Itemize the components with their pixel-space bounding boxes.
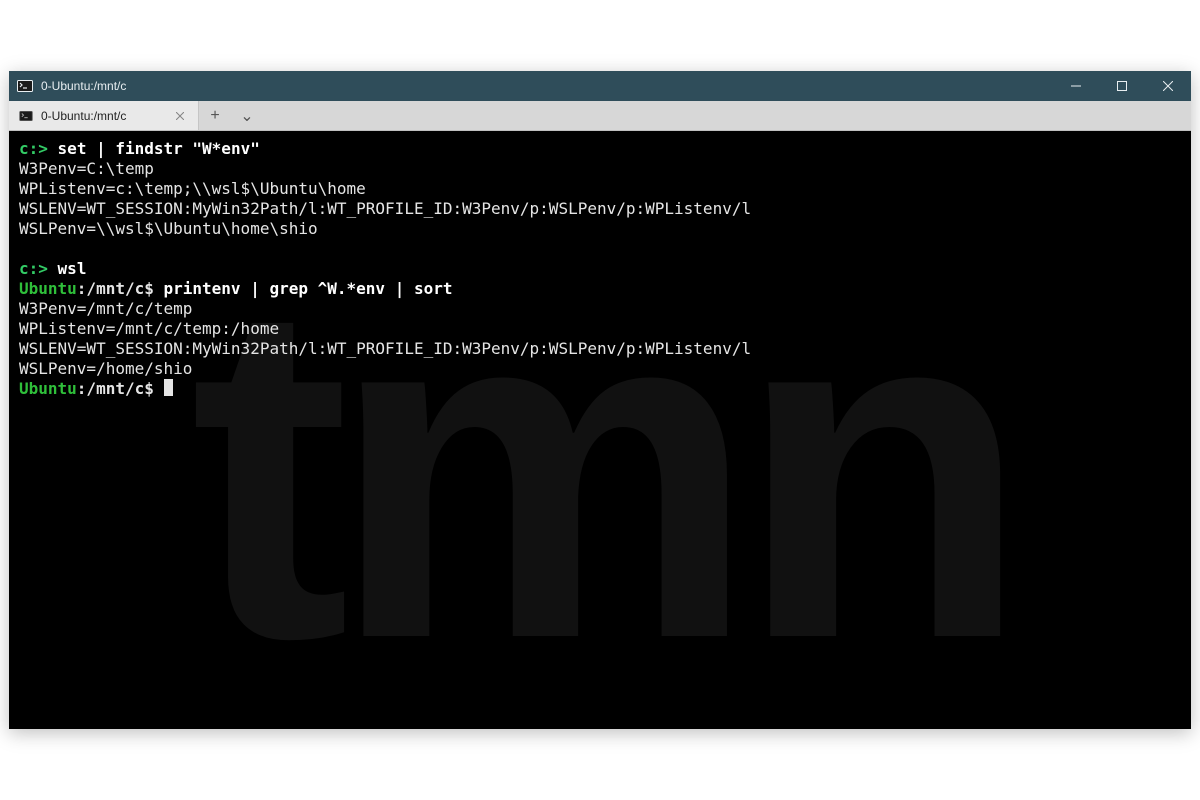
tab-bar: 0-Ubuntu:/mnt/c + ⌄ <box>9 101 1191 131</box>
window-titlebar[interactable]: 0-Ubuntu:/mnt/c <box>9 71 1191 101</box>
plus-icon: + <box>210 107 219 125</box>
terminal-tab-icon <box>19 111 33 121</box>
maximize-button[interactable] <box>1099 71 1145 101</box>
terminal-window: 0-Ubuntu:/mnt/c <box>9 71 1191 729</box>
tab-close-button[interactable] <box>172 108 188 124</box>
chevron-down-icon: ⌄ <box>240 106 253 126</box>
new-tab-button[interactable]: + <box>199 101 231 130</box>
tab-dropdown-button[interactable]: ⌄ <box>231 101 263 130</box>
tab-active[interactable]: 0-Ubuntu:/mnt/c <box>9 101 199 130</box>
tab-title: 0-Ubuntu:/mnt/c <box>41 109 164 123</box>
window-controls <box>1053 71 1191 101</box>
terminal-output: c:> set | findstr "W*env" W3Penv=C:\temp… <box>9 131 1191 407</box>
window-title: 0-Ubuntu:/mnt/c <box>41 79 126 93</box>
cursor <box>164 379 173 396</box>
terminal-viewport[interactable]: tmn c:> set | findstr "W*env" W3Penv=C:\… <box>9 131 1191 729</box>
terminal-app-icon <box>17 80 33 92</box>
close-button[interactable] <box>1145 71 1191 101</box>
minimize-button[interactable] <box>1053 71 1099 101</box>
